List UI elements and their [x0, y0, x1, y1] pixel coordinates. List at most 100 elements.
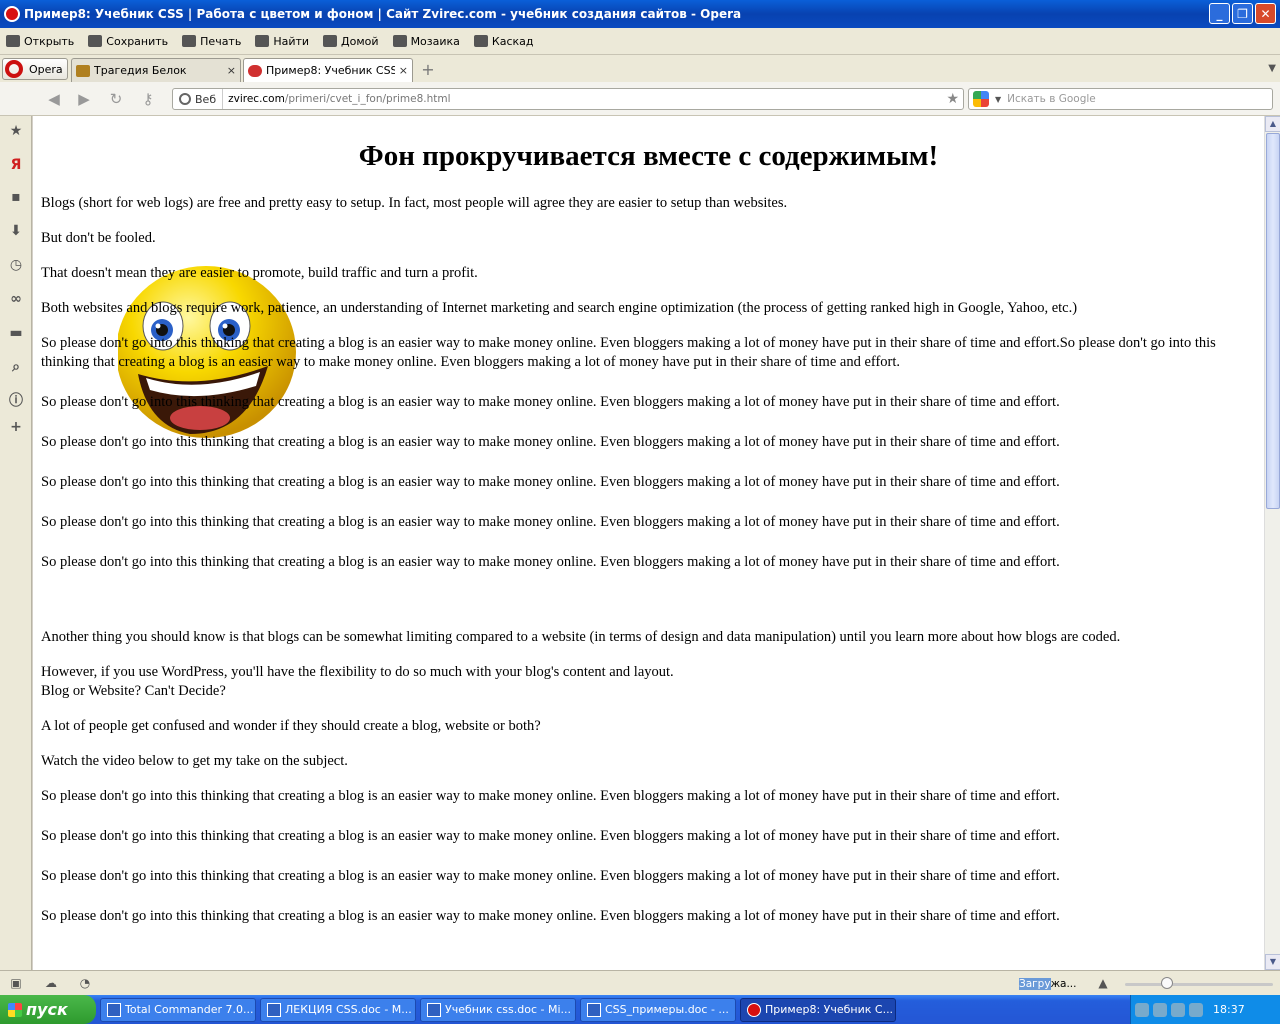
paragraph: So please don't go into this thinking th…	[41, 394, 1060, 410]
page-heading: Фон прокручивается вместе с содержимым!	[358, 140, 939, 172]
windows-taskbar: пуск Total Commander 7.0... ЛЕКЦИЯ CSS.d…	[0, 995, 1280, 1024]
search-icon[interactable]: ⌕	[8, 359, 24, 375]
paragraph: Another thing you should know is that bl…	[41, 629, 1121, 645]
window-title: Пример8: Учебник CSS | Работа с цветом и…	[24, 7, 742, 21]
opera-unite-cloud-icon[interactable]: ☁	[43, 976, 59, 990]
minimize-button[interactable]: _	[1209, 3, 1230, 24]
paragraph: So please don't go into this thinking th…	[41, 828, 1060, 844]
tab-favicon-icon	[248, 64, 262, 77]
scroll-down-arrow-icon[interactable]: ▼	[1265, 954, 1280, 970]
menu-print[interactable]: Печать	[182, 35, 241, 48]
paragraph: That doesn't mean they are easier to pro…	[41, 265, 478, 281]
turbo-speed-icon[interactable]: ◔	[77, 976, 93, 990]
search-icon	[255, 35, 270, 47]
paragraph: A lot of people get confused and wonder …	[41, 718, 541, 734]
web-badge[interactable]: Веб	[173, 89, 224, 109]
tile-icon	[392, 35, 407, 47]
scroll-up-arrow-icon[interactable]: ▲	[1265, 116, 1280, 132]
taskbar-item-css-examples[interactable]: CSS_примеры.doc - ...	[580, 997, 736, 1022]
paragraph: So please don't go into this thinking th…	[41, 554, 1060, 570]
word-icon	[587, 1002, 601, 1017]
opera-logo-icon	[4, 6, 20, 22]
address-field[interactable]: Веб zvirec.com/primeri/cvet_i_fon/prime8…	[172, 88, 964, 110]
close-button[interactable]: ✕	[1255, 3, 1276, 24]
google-icon[interactable]	[973, 91, 989, 107]
new-tab-button[interactable]: +	[419, 61, 437, 79]
chevron-down-icon[interactable]: ▼	[995, 95, 1001, 104]
forward-button[interactable]: ▶	[74, 89, 94, 109]
paragraph: So please don't go into this thinking th…	[41, 868, 1060, 884]
notes-icon[interactable]: ▪	[8, 189, 24, 205]
network-icon[interactable]	[1153, 1002, 1167, 1017]
menu-save[interactable]: Сохранить	[88, 35, 168, 48]
tab-squirrel-tragedy[interactable]: Трагедия Белок ×	[71, 58, 241, 82]
opera-menu-button[interactable]: Opera	[2, 58, 68, 80]
paragraph: However, if you use WordPress, you'll ha…	[41, 664, 674, 680]
page-content[interactable]: Фон прокручивается вместе с содержимым! …	[33, 116, 1264, 970]
start-button[interactable]: пуск	[0, 995, 96, 1024]
windows-flag-icon	[8, 1002, 22, 1017]
menu-open[interactable]: Открыть	[6, 35, 74, 48]
links-icon[interactable]: ∞	[8, 291, 24, 307]
maximize-button[interactable]: ❐	[1232, 3, 1253, 24]
bookmarks-star-icon[interactable]: ★	[8, 123, 24, 139]
search-placeholder: Искать в Google	[1007, 93, 1096, 105]
reload-button[interactable]: ↻	[106, 89, 126, 109]
yandex-icon[interactable]: Я	[8, 157, 24, 173]
back-button[interactable]: ◀	[44, 89, 64, 109]
antivirus-icon[interactable]	[1189, 1002, 1203, 1017]
tab-favicon-icon	[76, 64, 90, 77]
paragraph: But don't be fooled.	[41, 230, 156, 246]
system-tray: 18:37	[1130, 995, 1280, 1024]
paragraph: Watch the video below to get my take on …	[41, 753, 348, 769]
menu-find[interactable]: Найти	[255, 35, 309, 48]
wand-key-icon[interactable]: ⚷	[138, 89, 158, 109]
history-clock-icon[interactable]: ◷	[8, 257, 24, 273]
print-icon	[182, 35, 197, 47]
tray-chevron-icon[interactable]	[1135, 1002, 1149, 1017]
paragraph: So please don't go into this thinking th…	[41, 335, 1216, 370]
bookmark-star-icon[interactable]: ★	[946, 91, 963, 107]
info-icon[interactable]: ⓘ	[8, 393, 24, 409]
tab-close-icon[interactable]: ×	[399, 64, 408, 77]
panel-toggle-icon[interactable]: ▣	[8, 976, 24, 990]
word-icon	[427, 1002, 441, 1017]
scroll-thumb[interactable]	[1266, 133, 1280, 509]
menu-cascade[interactable]: Каскад	[473, 35, 534, 48]
view-up-arrow-icon[interactable]: ▲	[1095, 976, 1111, 990]
taskbar-item-textbook-css[interactable]: Учебник css.doc - Mi...	[420, 997, 576, 1022]
tab-close-icon[interactable]: ×	[227, 64, 236, 77]
taskbar-item-lecture-css[interactable]: ЛЕКЦИЯ CSS.doc - M...	[260, 997, 416, 1022]
status-bar: ▣ ☁ ◔ Загружа... ▲	[0, 970, 1280, 995]
folder-icon	[6, 35, 20, 47]
window-titlebar[interactable]: Пример8: Учебник CSS | Работа с цветом и…	[0, 0, 1280, 28]
url-text[interactable]: zvirec.com/primeri/cvet_i_fon/prime8.htm…	[223, 93, 946, 105]
vertical-scrollbar[interactable]: ▲ ▼	[1264, 116, 1280, 970]
taskbar-item-total-commander[interactable]: Total Commander 7.0...	[100, 997, 256, 1022]
menubar: Открыть Сохранить Печать Найти Домой Моз…	[0, 28, 1280, 55]
home-icon	[323, 35, 338, 47]
opera-logo-icon	[747, 1002, 761, 1017]
zoom-slider-knob[interactable]	[1161, 977, 1173, 989]
menu-home[interactable]: Домой	[323, 35, 379, 48]
paragraph: Blog or Website? Can't Decide?	[41, 683, 226, 699]
globe-icon	[179, 93, 191, 105]
taskbar-item-opera[interactable]: Пример8: Учебник C...	[740, 997, 896, 1022]
zoom-slider[interactable]	[1125, 983, 1273, 986]
panels-icon[interactable]: ▬	[8, 325, 24, 341]
downloads-icon[interactable]: ⬇	[8, 223, 24, 239]
app-icon	[107, 1002, 121, 1017]
tab-list-chevron-icon[interactable]: ▼	[1268, 63, 1276, 74]
add-panel-icon[interactable]: +	[8, 419, 24, 435]
cascade-icon	[473, 35, 488, 47]
menu-tile[interactable]: Мозаика	[392, 35, 460, 48]
paragraph: So please don't go into this thinking th…	[41, 434, 1060, 450]
tab-example8[interactable]: Пример8: Учебник CSS ... ×	[243, 58, 413, 82]
address-toolbar: ◀ ▶ ↻ ⚷ Веб zvirec.com/primeri/cvet_i_fo…	[0, 82, 1280, 116]
loading-progress: Загружа...	[1019, 978, 1077, 990]
search-field[interactable]: ▼ Искать в Google	[968, 88, 1273, 110]
save-icon	[88, 35, 103, 47]
volume-icon[interactable]	[1171, 1002, 1185, 1017]
clock[interactable]: 18:37	[1213, 1003, 1245, 1016]
tab-bar: Opera Трагедия Белок × Пример8: Учебник …	[0, 55, 1280, 82]
